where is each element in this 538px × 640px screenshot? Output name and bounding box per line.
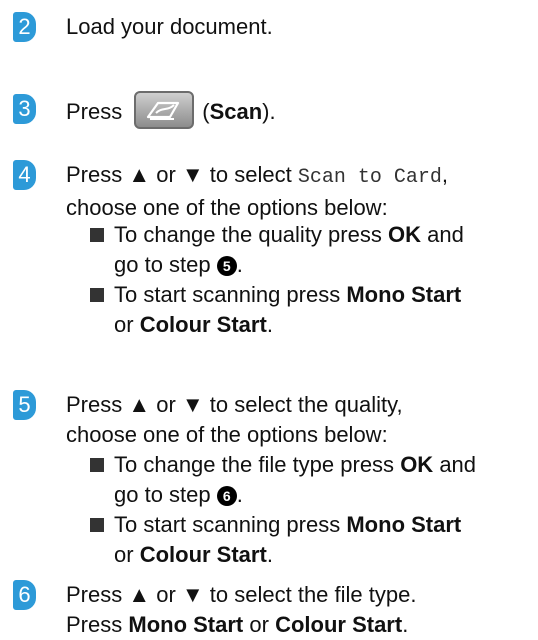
bullet-square-icon — [90, 228, 104, 242]
list-item: To start scanning press Mono Start or Co… — [90, 510, 528, 570]
step-text: Press ▲ or ▼ to select the file type. Pr… — [66, 582, 417, 637]
step-number-badge: 3 — [13, 94, 36, 124]
step-number-badge: 6 — [13, 580, 36, 610]
list-item: To change the file type press OK and go … — [90, 450, 528, 510]
bullet-square-icon — [90, 518, 104, 532]
scanner-icon — [147, 101, 180, 120]
step-text: Press ▲ or ▼ to select the quality, choo… — [66, 392, 403, 447]
step-3: 3 Press (Scan). — [0, 90, 538, 130]
option-list: To change the quality press OK and go to… — [90, 220, 528, 340]
step-6: 6 Press ▲ or ▼ to select the file type. … — [0, 580, 538, 640]
step-number-badge: 2 — [13, 12, 36, 42]
list-item: To change the quality press OK and go to… — [90, 220, 528, 280]
step-2: 2 Load your document. — [0, 12, 538, 44]
bullet-square-icon — [90, 458, 104, 472]
step-4: 4 Press ▲ or ▼ to select Scan to Card, c… — [0, 160, 538, 380]
option-list: To change the file type press OK and go … — [90, 450, 528, 570]
list-item: To start scanning press Mono Start or Co… — [90, 280, 528, 340]
step-number-badge: 5 — [13, 390, 36, 420]
step-reference-icon: 5 — [216, 256, 237, 276]
scan-button-icon — [134, 91, 195, 129]
step-text: Press ▲ or ▼ to select Scan to Card, cho… — [66, 162, 449, 220]
bullet-square-icon — [90, 288, 104, 302]
step-5: 5 Press ▲ or ▼ to select the quality, ch… — [0, 390, 538, 590]
step-text: Load your document. — [66, 14, 273, 39]
step-text: Press (Scan). — [66, 91, 524, 132]
step-reference-icon: 6 — [216, 486, 237, 506]
step-number-badge: 4 — [13, 160, 36, 190]
